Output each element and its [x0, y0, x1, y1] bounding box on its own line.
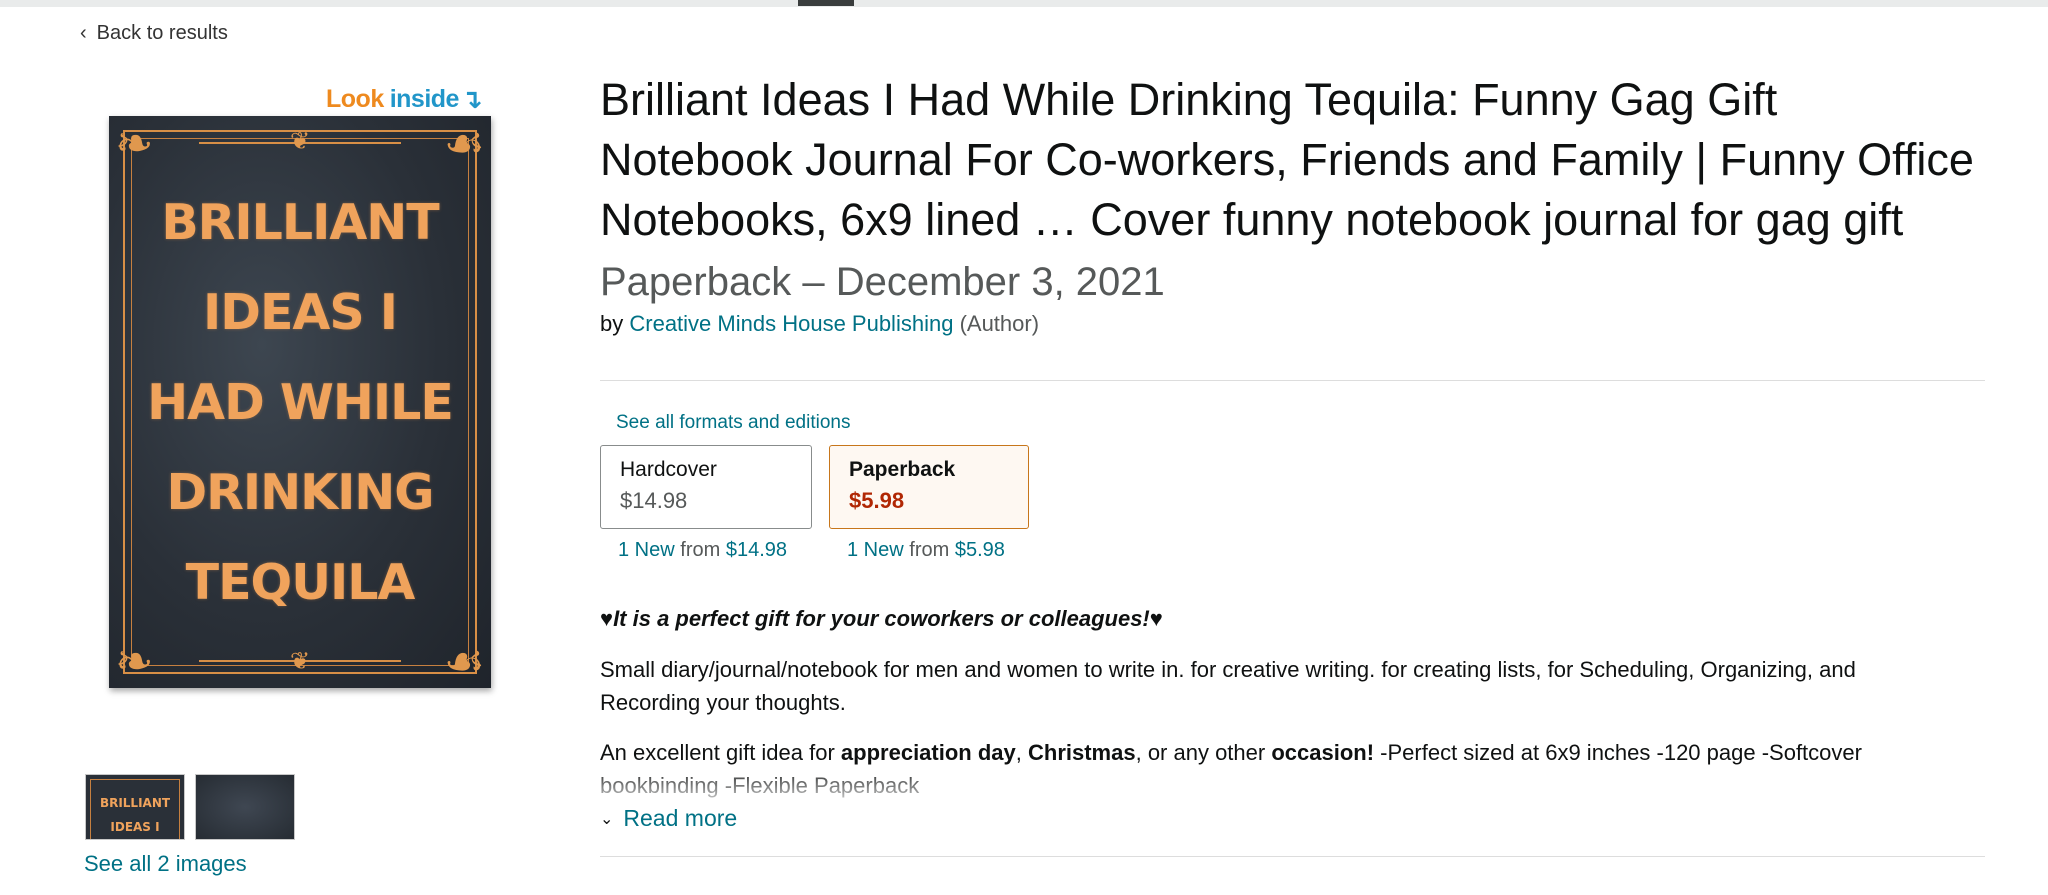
- corner-ornament-icon: ☙: [443, 634, 485, 688]
- arrow-down-icon: ↴: [460, 84, 483, 114]
- offer-price-link[interactable]: $14.98: [726, 539, 787, 561]
- see-all-images-link[interactable]: See all 2 images: [84, 851, 247, 877]
- back-to-results-label: Back to results: [96, 22, 228, 44]
- description-text: An excellent gift idea for: [600, 740, 841, 765]
- cover-ornament-top-icon: ❦: [289, 128, 311, 155]
- description-fade-overlay: [600, 770, 1980, 804]
- cover-title-line: HAD WHILE: [147, 374, 454, 431]
- thumbnail-cover[interactable]: BRILLIANT IDEAS I: [85, 774, 185, 840]
- look-inside-word1: Look: [326, 85, 384, 113]
- offer-price-link[interactable]: $5.98: [955, 539, 1005, 561]
- cover-title: BRILLIANT IDEAS I HAD WHILE DRINKING TEQ…: [109, 178, 491, 628]
- cover-ornament-bottom-icon: ❦: [289, 648, 311, 675]
- format-price: $14.98: [620, 488, 688, 513]
- author-role: (Author): [959, 311, 1040, 336]
- description-paragraph: Small diary/journal/notebook for men and…: [600, 657, 1856, 715]
- thumbnail-back-cover[interactable]: [195, 774, 295, 840]
- corner-ornament-icon: ☙: [443, 116, 485, 170]
- cover-title-line: BRILLIANT: [161, 194, 439, 251]
- chevron-left-icon: ‹: [80, 22, 87, 44]
- from-label: from: [909, 539, 950, 561]
- description-bold-text: occasion!: [1271, 740, 1375, 765]
- paperback-offer: 1 New from $5.98: [847, 539, 1005, 562]
- product-title-text: Brilliant Ideas I Had While Drinking Teq…: [600, 74, 1974, 245]
- cover-title-line: DRINKING: [166, 464, 434, 521]
- corner-ornament-icon: ❧: [115, 116, 154, 170]
- section-divider: [600, 380, 1985, 381]
- description-bold-text: appreciation day: [840, 740, 1016, 765]
- by-label: by: [600, 311, 624, 336]
- thumbnail-cover-text: BRILLIANT IDEAS I: [86, 791, 184, 839]
- format-name: Paperback: [849, 458, 956, 481]
- active-nav-indicator: [798, 0, 854, 6]
- author-link[interactable]: Creative Minds House Publishing: [629, 311, 953, 336]
- thumbnail-line: IDEAS I: [110, 820, 160, 834]
- format-name: Hardcover: [620, 458, 717, 481]
- hardcover-offer: 1 New from $14.98: [618, 539, 787, 562]
- corner-ornament-icon: ❧: [115, 634, 154, 688]
- byline: by Creative Minds House Publishing (Auth…: [600, 311, 1039, 337]
- description-bold-text: Christmas: [1028, 740, 1136, 765]
- new-offers-link[interactable]: 1 New: [618, 539, 675, 561]
- description-text: , or any other: [1135, 740, 1272, 765]
- look-inside-word2: inside: [389, 85, 460, 113]
- read-more-link[interactable]: ⌄ Read more: [600, 805, 737, 832]
- new-offers-link[interactable]: 1 New: [847, 539, 904, 561]
- format-option-paperback[interactable]: Paperback $5.98: [829, 445, 1029, 529]
- chevron-down-icon: ⌄: [600, 810, 614, 828]
- description-text: ,: [1015, 740, 1028, 765]
- from-label: from: [680, 539, 721, 561]
- format-price: $5.98: [849, 488, 905, 513]
- book-cover-image[interactable]: ❦ ❦ ❧ ☙ ❧ ☙ BRILLIANT IDEAS I HAD WHILE …: [109, 116, 491, 688]
- format-option-hardcover[interactable]: Hardcover $14.98: [600, 445, 812, 529]
- description-tagline: ♥It is a perfect gift for your coworkers…: [600, 606, 1163, 631]
- product-title: Brilliant Ideas I Had While Drinking Teq…: [600, 70, 1980, 312]
- section-divider: [600, 856, 1985, 857]
- cover-title-line: TEQUILA: [185, 554, 416, 611]
- back-to-results-link[interactable]: ‹ Back to results: [80, 22, 228, 45]
- thumbnail-line: BRILLIANT: [99, 796, 171, 810]
- read-more-label: Read more: [623, 805, 738, 831]
- format-and-date: Paperback – December 3, 2021: [600, 260, 1165, 304]
- see-all-formats-link[interactable]: See all formats and editions: [616, 412, 850, 434]
- cover-title-line: IDEAS I: [203, 284, 398, 341]
- look-inside-badge[interactable]: Look inside ↴: [326, 84, 483, 115]
- top-nav-strip: [0, 0, 2048, 7]
